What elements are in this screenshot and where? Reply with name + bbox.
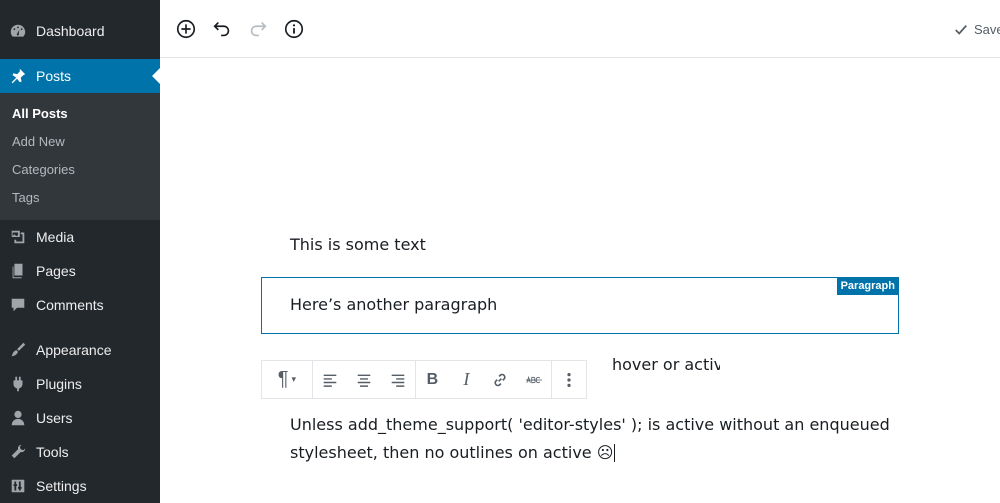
admin-sidebar: Dashboard Posts All Posts Add New Catego…	[0, 0, 160, 503]
user-icon	[8, 408, 28, 428]
pages-icon	[8, 261, 28, 281]
sidebar-item-tools[interactable]: Tools	[0, 435, 160, 469]
strikethrough-button[interactable]	[517, 361, 551, 398]
sidebar-item-label: Plugins	[36, 376, 82, 392]
saved-status: Saved	[954, 22, 1000, 37]
submenu-all-posts[interactable]: All Posts	[12, 106, 68, 121]
align-left-button[interactable]	[313, 361, 347, 398]
sidebar-item-media[interactable]: Media	[0, 220, 160, 254]
align-left-icon	[323, 374, 337, 387]
submenu-add-new[interactable]: Add New	[12, 134, 65, 149]
align-center-button[interactable]	[347, 361, 381, 398]
sidebar-item-label: Media	[36, 229, 75, 245]
pushpin-icon	[8, 66, 28, 86]
sidebar-item-label: Appearance	[36, 342, 112, 358]
checkmark-icon	[955, 24, 967, 35]
align-right-icon	[391, 374, 404, 387]
info-button[interactable]	[282, 17, 306, 41]
plugin-icon	[8, 374, 28, 394]
sidebar-item-label: Pages	[36, 263, 76, 279]
sidebar-item-label: Dashboard	[36, 23, 105, 39]
paragraph-line-2: stylesheet, then no outlines on active ☹	[290, 443, 614, 462]
settings-sliders-icon	[8, 476, 28, 496]
sidebar-item-pages[interactable]: Pages	[0, 254, 160, 288]
align-right-button[interactable]	[381, 361, 415, 398]
block-type-switcher[interactable]: ¶ ▾	[262, 361, 312, 398]
sidebar-item-users[interactable]: Users	[0, 401, 160, 435]
undo-button[interactable]	[210, 17, 234, 41]
sidebar-item-label: Tools	[36, 444, 69, 460]
paragraph-line-1: Unless add_theme_support( 'editor-styles…	[290, 415, 890, 434]
submenu-categories[interactable]: Categories	[12, 162, 75, 177]
italic-button[interactable]: I	[449, 361, 483, 398]
sidebar-item-label: Posts	[36, 68, 72, 84]
wrench-icon	[8, 442, 28, 462]
sidebar-item-label: Settings	[36, 478, 87, 494]
bold-button[interactable]: B	[416, 361, 450, 398]
redo-button[interactable]	[246, 17, 270, 41]
paragraph-line-2-wrap: stylesheet, then no outlines on active ☹	[290, 439, 890, 467]
paragraph-block-1[interactable]: This is some text	[290, 231, 426, 259]
info-icon	[284, 19, 304, 39]
dashboard-icon	[8, 21, 28, 41]
media-icon	[8, 227, 28, 247]
submenu-tags[interactable]: Tags	[12, 190, 39, 205]
paragraph-block-2[interactable]: Here’s another paragraph	[290, 291, 497, 319]
align-center-icon	[357, 374, 370, 387]
comment-icon	[8, 295, 28, 315]
posts-submenu: All Posts Add New Categories Tags	[0, 93, 160, 220]
add-block-button[interactable]	[174, 17, 198, 41]
paragraph-block-4[interactable]: Unless add_theme_support( 'editor-styles…	[290, 411, 890, 467]
vertical-ellipsis-icon	[567, 372, 571, 387]
sidebar-item-appearance[interactable]: Appearance	[0, 333, 160, 367]
plus-circle-icon	[176, 19, 196, 39]
paintbrush-icon	[8, 340, 28, 360]
italic-icon: I	[463, 369, 470, 389]
paragraph-block-3-visible-text: hover or active.	[612, 355, 720, 374]
block-format-toolbar: ¶ ▾ B I	[261, 360, 587, 399]
link-button[interactable]	[483, 361, 517, 398]
sidebar-item-plugins[interactable]: Plugins	[0, 367, 160, 401]
redo-icon	[250, 21, 267, 37]
sidebar-item-dashboard[interactable]: Dashboard	[0, 14, 160, 48]
text-cursor	[614, 444, 616, 462]
bold-icon: B	[426, 370, 439, 388]
block-type-label: Paragraph	[836, 277, 899, 295]
strikethrough-icon	[526, 375, 543, 383]
link-icon	[494, 373, 506, 386]
active-indicator	[152, 68, 160, 84]
saved-label: Saved	[974, 22, 1000, 37]
sidebar-item-label: Users	[36, 410, 73, 426]
sidebar-item-label: Comments	[36, 297, 104, 313]
caret-down-icon: ▾	[291, 374, 297, 384]
pilcrow-icon: ¶	[277, 368, 289, 390]
undo-icon	[213, 21, 230, 37]
sidebar-item-comments[interactable]: Comments	[0, 288, 160, 322]
sidebar-item-settings[interactable]: Settings	[0, 469, 160, 503]
sidebar-item-posts[interactable]: Posts	[0, 59, 160, 93]
more-options-button[interactable]	[552, 361, 586, 398]
editor-header-toolbar	[160, 0, 1000, 58]
